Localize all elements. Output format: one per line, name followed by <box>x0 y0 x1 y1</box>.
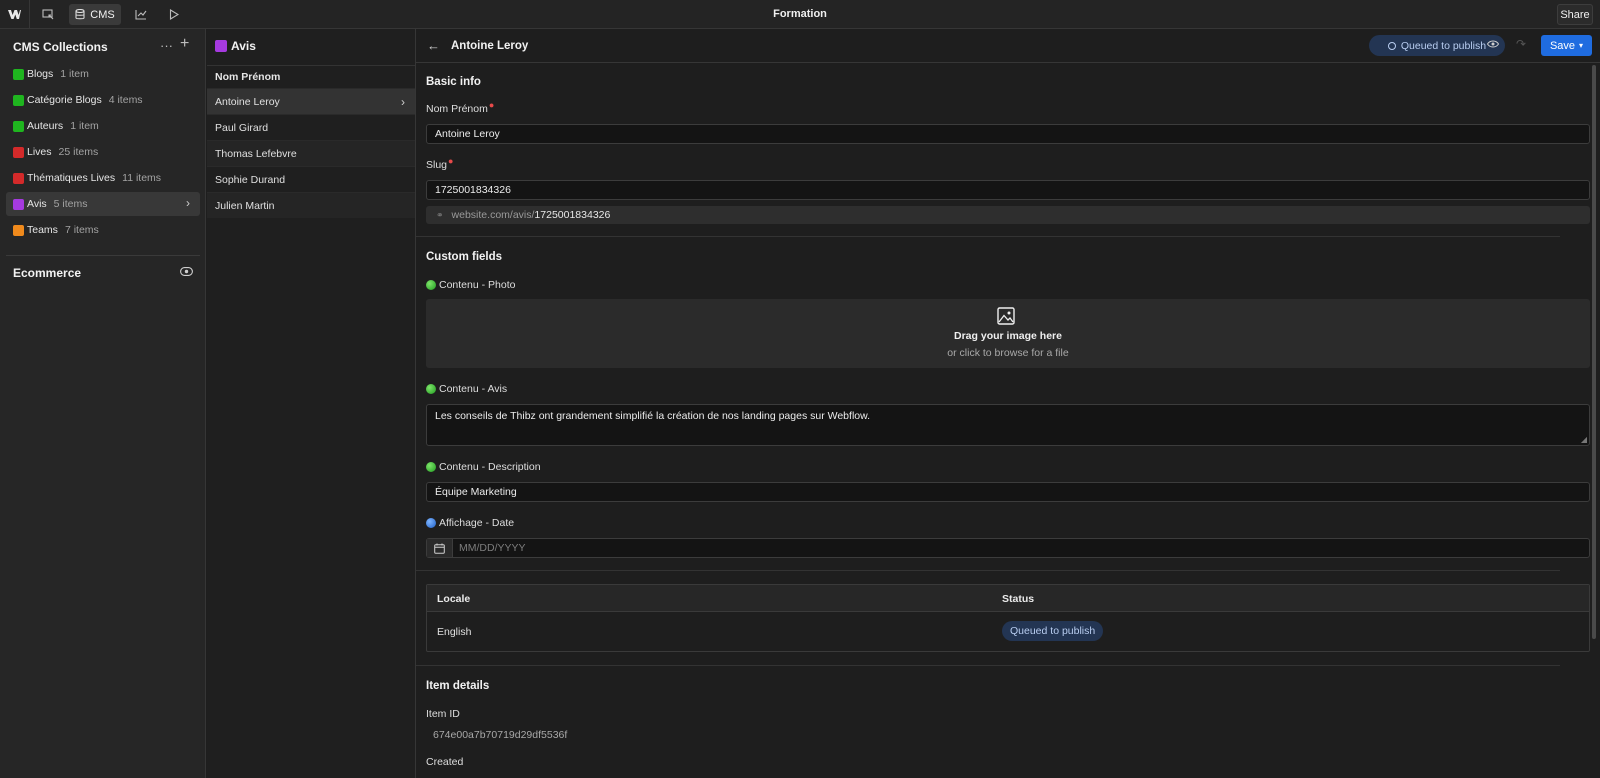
field-status-icon <box>426 518 436 528</box>
sidebar-item-categorie-blogs[interactable]: Catégorie Blogs 4 items <box>6 88 200 112</box>
scrollbar[interactable] <box>1592 65 1596 639</box>
item-editor: ← Antoine Leroy Queued to publish ↷ Save… <box>416 29 1600 778</box>
slug-label: Slug ● <box>426 156 454 171</box>
analytics-icon[interactable] <box>130 4 152 25</box>
custom-fields-heading: Custom fields <box>426 251 503 263</box>
sidebar-item-auteurs[interactable]: Auteurs 1 item <box>6 114 200 138</box>
dropzone-subtitle: or click to browse for a file <box>947 347 1069 359</box>
field-status-icon <box>426 462 436 472</box>
name-label: Nom Prénom ● <box>426 100 495 115</box>
sidebar-item-teams[interactable]: Teams 7 items <box>6 218 200 242</box>
date-input[interactable]: MM/DD/YYYY <box>426 538 1590 558</box>
play-icon[interactable] <box>163 4 185 25</box>
top-bar: CMS Formation Share <box>0 0 1600 29</box>
list-item[interactable]: Paul Girard <box>207 114 415 140</box>
photo-label: Contenu - Photo <box>426 279 515 291</box>
date-label: Affichage - Date <box>426 517 514 529</box>
collection-color-icon <box>13 94 24 106</box>
collection-color-icon <box>13 172 24 184</box>
description-label: Contenu - Description <box>426 461 541 473</box>
dropzone-title: Drag your image here <box>954 330 1062 342</box>
created-label: Created <box>426 756 464 768</box>
status-ring-icon <box>1387 41 1396 50</box>
basic-info-heading: Basic info <box>426 76 481 88</box>
collection-color-icon <box>13 224 24 236</box>
item-title: Antoine Leroy <box>451 40 529 52</box>
section-divider <box>416 236 1560 237</box>
cms-tab-label: CMS <box>90 8 115 21</box>
collection-color-icon <box>215 40 227 52</box>
sidebar-item-avis[interactable]: Avis 5 items › <box>6 192 200 216</box>
resize-handle-icon[interactable]: ◢ <box>1581 435 1587 444</box>
ecommerce-heading: Ecommerce <box>13 266 82 280</box>
list-collection-name: Avis <box>231 39 256 53</box>
avis-label: Contenu - Avis <box>426 383 507 395</box>
section-divider <box>416 665 1560 666</box>
eye-toggle-icon[interactable] <box>180 267 193 279</box>
collection-color-icon <box>13 146 24 158</box>
field-status-icon <box>426 384 436 394</box>
slug-input[interactable]: 1725001834326 <box>426 180 1590 200</box>
collections-sidebar: CMS Collections ··· + Blogs 1 item Catég… <box>0 29 206 778</box>
description-input[interactable]: Équipe Marketing <box>426 482 1590 502</box>
image-dropzone[interactable]: Drag your image here or click to browse … <box>426 299 1590 368</box>
locale-status-badge: Queued to publish <box>1002 621 1104 641</box>
avis-textarea[interactable]: Les conseils de Thibz ont grandement sim… <box>426 404 1590 446</box>
chevron-down-icon: ▾ <box>1579 41 1584 50</box>
locale-column-header: Locale <box>437 593 471 605</box>
redo-arrow-icon[interactable]: ↷ <box>1516 37 1526 51</box>
name-input[interactable]: Antoine Leroy <box>426 124 1590 144</box>
status-badge[interactable]: Queued to publish <box>1369 35 1505 56</box>
required-marker-icon: ● <box>488 100 495 110</box>
back-arrow-icon[interactable]: ← <box>427 38 440 53</box>
cms-tab[interactable]: CMS <box>69 4 121 25</box>
slug-url-preview: ⚭ website.com/avis/1725001834326 <box>426 206 1590 224</box>
list-item[interactable]: Antoine Leroy › <box>207 88 415 114</box>
list-divider <box>207 65 415 66</box>
item-id-value: 674e00a7b70719d29df5536f <box>433 729 568 741</box>
collection-color-icon <box>13 198 24 210</box>
editor-header: ← Antoine Leroy Queued to publish ↷ Save… <box>416 29 1600 63</box>
sidebar-item-thematiques-lives[interactable]: Thématiques Lives 11 items <box>6 166 200 190</box>
save-button[interactable]: Save ▾ <box>1541 35 1592 56</box>
add-element-icon[interactable] <box>37 4 59 25</box>
collection-color-icon <box>13 120 24 132</box>
items-list: Avis Nom Prénom Antoine Leroy › Paul Gir… <box>207 29 416 778</box>
field-status-icon <box>426 280 436 290</box>
sidebar-item-lives[interactable]: Lives 25 items <box>6 140 200 164</box>
database-icon <box>75 9 85 20</box>
status-column-header: Status <box>1002 593 1035 605</box>
webflow-logo-icon[interactable] <box>0 0 30 28</box>
link-icon: ⚭ <box>436 209 444 220</box>
more-options-icon[interactable]: ··· <box>160 38 173 53</box>
item-id-label: Item ID <box>426 708 460 720</box>
date-placeholder: MM/DD/YYYY <box>459 542 526 554</box>
chevron-right-icon: › <box>401 95 405 109</box>
list-header: Avis <box>215 39 256 53</box>
share-button[interactable]: Share <box>1557 4 1593 25</box>
list-item[interactable]: Thomas Lefebvre <box>207 140 415 166</box>
list-item[interactable]: Julien Martin <box>207 192 415 218</box>
column-header[interactable]: Nom Prénom <box>215 71 280 83</box>
preview-eye-icon[interactable] <box>1486 39 1500 51</box>
required-marker-icon: ● <box>448 156 454 166</box>
sidebar-item-blogs[interactable]: Blogs 1 item <box>6 62 200 86</box>
collection-color-icon <box>13 68 24 80</box>
item-details-heading: Item details <box>426 680 490 692</box>
add-collection-icon[interactable]: + <box>180 35 189 53</box>
image-icon <box>997 307 1015 328</box>
chevron-right-icon: › <box>186 196 190 210</box>
project-title: Formation <box>773 8 827 20</box>
locale-table-header: Locale Status <box>427 585 1589 612</box>
locale-table: Locale Status English Queued to publish <box>426 584 1590 652</box>
locale-cell: English <box>437 626 472 638</box>
sidebar-title: CMS Collections <box>13 40 108 54</box>
calendar-icon[interactable] <box>427 539 453 557</box>
list-item[interactable]: Sophie Durand <box>207 166 415 192</box>
sidebar-divider <box>6 255 200 256</box>
section-divider <box>416 570 1560 571</box>
